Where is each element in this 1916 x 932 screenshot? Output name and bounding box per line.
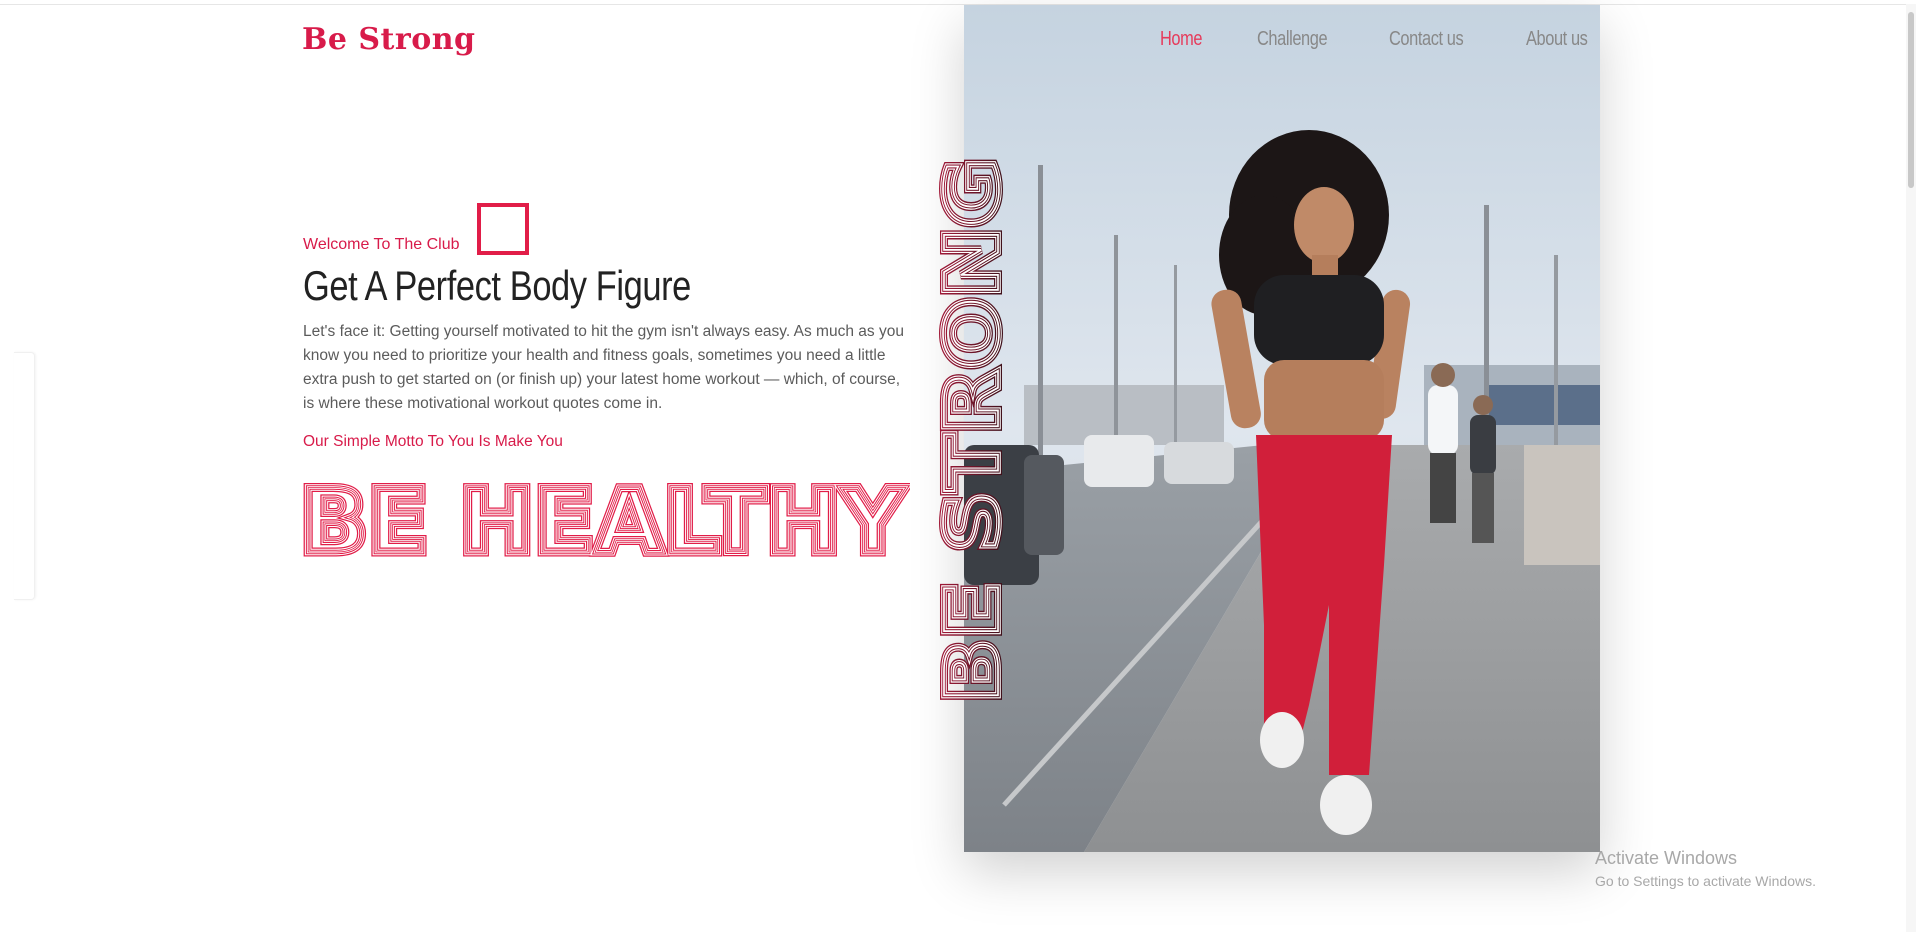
- scrollbar[interactable]: [1906, 4, 1916, 932]
- decorative-square: [477, 203, 529, 255]
- logo[interactable]: Be Strong: [302, 22, 476, 57]
- hero-photo: [964, 5, 1600, 852]
- scroll-thumb[interactable]: [1908, 12, 1914, 188]
- runner-image: [964, 5, 1600, 852]
- welcome-label: Welcome To The Club: [303, 236, 460, 253]
- nav-challenge[interactable]: Challenge: [1257, 28, 1328, 51]
- activate-title: Activate Windows: [1595, 848, 1738, 868]
- top-divider: [0, 4, 1916, 5]
- be-strong-vertical-text: BE STRONG BE STRONG BE STRONG BE STRONG: [930, 155, 1010, 705]
- nav-about-us[interactable]: About us: [1526, 28, 1588, 51]
- nav-home[interactable]: Home: [1160, 28, 1203, 51]
- nav-contact-us[interactable]: Contact us: [1389, 28, 1464, 51]
- side-tab[interactable]: [14, 352, 35, 600]
- page: Be Strong Home Challenge Contact us Abou…: [0, 0, 1916, 932]
- be-healthy-text: BE HEALTHY BE HEALTHY BE HEALTHY BE HEAL…: [300, 472, 910, 562]
- hero-headline: Get A Perfect Body Figure: [303, 262, 691, 309]
- svg-text:BE HEALTHY: BE HEALTHY: [300, 472, 906, 562]
- svg-text:BE STRONG: BE STRONG: [930, 158, 1010, 703]
- activate-subtitle: Go to Settings to activate Windows.: [1595, 873, 1816, 889]
- activate-windows-watermark: Activate Windows Go to Settings to activ…: [1595, 848, 1816, 889]
- motto-text: Our Simple Motto To You Is Make You: [303, 433, 563, 450]
- main-nav: Home Challenge Contact us About us: [1160, 28, 1601, 51]
- hero-paragraph: Let's face it: Getting yourself motivate…: [303, 323, 904, 412]
